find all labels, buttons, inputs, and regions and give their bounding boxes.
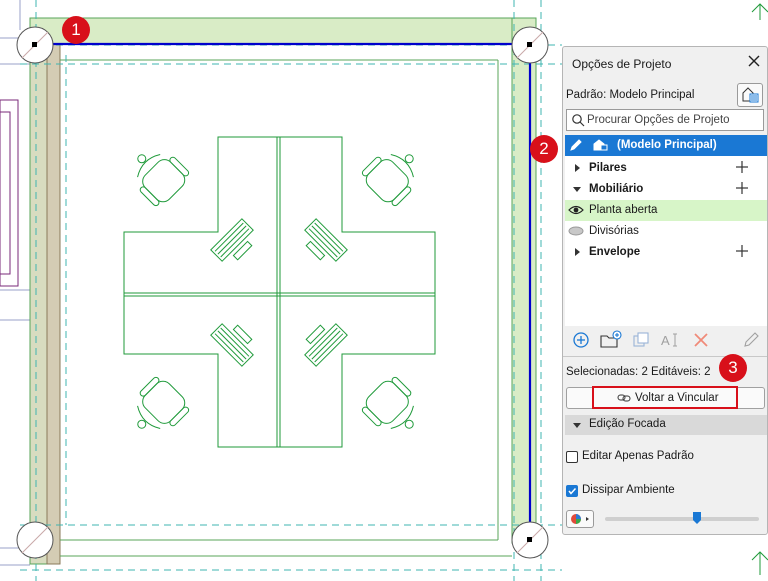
color-wheel-icon xyxy=(571,514,589,524)
option-set-pilares[interactable]: Pilares xyxy=(565,158,767,179)
add-option-set-icon[interactable] xyxy=(571,330,591,350)
option-label: Divisórias xyxy=(589,225,639,237)
step-marker-2: 2 xyxy=(530,135,558,163)
selection-node[interactable] xyxy=(527,42,532,47)
add-option-icon[interactable] xyxy=(735,244,749,258)
dim-environment-checkbox[interactable] xyxy=(566,485,578,497)
search-icon xyxy=(572,114,585,127)
option-set-label: Mobiliário xyxy=(589,183,644,195)
expand-arrow-icon[interactable] xyxy=(573,248,581,256)
collapse-arrow-icon[interactable] xyxy=(573,421,581,429)
pencil-icon xyxy=(570,139,582,151)
building-options-icon xyxy=(742,87,759,103)
panel-toolbar: A xyxy=(563,330,767,354)
dim-environment-label: Dissipar Ambiente xyxy=(582,484,675,496)
expand-arrow-icon[interactable] xyxy=(573,164,581,172)
section-title: Edição Focada xyxy=(589,418,666,430)
svg-text:A: A xyxy=(661,333,670,348)
checkmark-icon xyxy=(568,487,577,495)
option-set-label: Envelope xyxy=(589,246,641,258)
search-field[interactable] xyxy=(566,109,764,131)
relink-highlight-box xyxy=(592,386,738,409)
edit-pencil-icon[interactable] xyxy=(741,330,761,350)
option-set-mobiliario[interactable]: Mobiliário xyxy=(565,179,767,200)
focused-editing-section[interactable]: Edição Focada xyxy=(565,415,767,435)
collapse-arrow-icon[interactable] xyxy=(573,185,581,193)
wall-top[interactable] xyxy=(29,17,537,45)
option-label: (Modelo Principal) xyxy=(617,139,717,151)
option-row-divisorias[interactable]: Divisórias xyxy=(565,221,767,242)
edit-default-only-checkbox[interactable] xyxy=(566,451,578,463)
add-option-icon[interactable] xyxy=(735,181,749,195)
step-marker-3: 3 xyxy=(719,354,747,382)
option-row-main-model[interactable]: (Modelo Principal) xyxy=(565,135,767,156)
new-folder-icon[interactable] xyxy=(599,330,623,350)
wall-right[interactable] xyxy=(511,17,537,544)
selection-node[interactable] xyxy=(32,42,37,47)
option-label: Planta aberta xyxy=(589,204,658,216)
selection-info: Selecionadas: 2 Editáveis: 2 xyxy=(566,366,711,378)
color-picker-button[interactable] xyxy=(566,510,594,528)
dim-slider-track[interactable] xyxy=(605,512,759,524)
option-set-envelope[interactable]: Envelope xyxy=(565,242,767,263)
eye-icon xyxy=(568,205,584,215)
search-input[interactable] xyxy=(587,111,759,128)
option-set-label: Pilares xyxy=(589,162,627,174)
delete-icon[interactable] xyxy=(691,330,711,350)
slider-thumb[interactable] xyxy=(693,512,701,524)
option-row-planta-aberta[interactable]: Planta aberta xyxy=(565,200,767,221)
edit-default-only-label: Editar Apenas Padrão xyxy=(582,450,694,462)
building-icon xyxy=(593,139,608,151)
default-option-label: Padrão: Modelo Principal xyxy=(566,89,695,101)
close-icon[interactable] xyxy=(746,53,762,69)
add-option-icon[interactable] xyxy=(735,160,749,174)
rename-icon[interactable]: A xyxy=(659,330,683,350)
default-option-button[interactable] xyxy=(737,83,763,107)
duplicate-icon[interactable] xyxy=(631,330,651,350)
selection-node[interactable] xyxy=(527,537,532,542)
wall-left-inner xyxy=(46,43,61,565)
hidden-eye-icon xyxy=(568,226,584,236)
panel-title: Opções de Projeto xyxy=(572,57,672,71)
design-options-panel: Opções de Projeto Padrão: Modelo Princip… xyxy=(562,46,768,535)
step-marker-1: 1 xyxy=(62,16,90,44)
design-options-list[interactable]: (Modelo Principal) Pilares Mobiliário Pl… xyxy=(565,135,767,326)
